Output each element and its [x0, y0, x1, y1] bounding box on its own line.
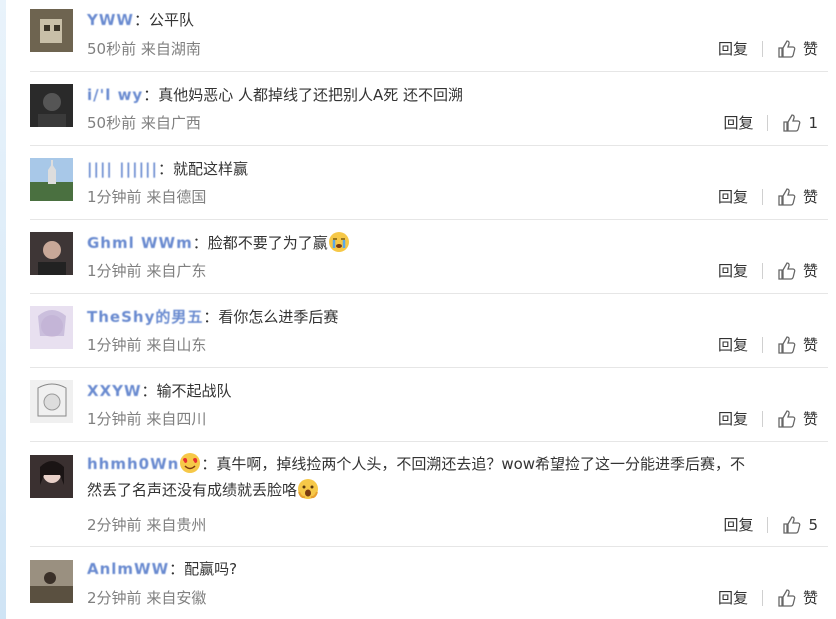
page-left-stripe: [0, 0, 6, 619]
avatar[interactable]: [30, 9, 73, 52]
divider: [761, 188, 763, 205]
comment-text: ：真牛啊，掉线捡两个人头，不回溯还去追？wow希望捡了这一分能进季后赛，不: [201, 455, 746, 473]
username[interactable]: Ghml WWm: [87, 234, 193, 252]
thumbs-up-icon: [778, 409, 796, 428]
comment-actions: 回复 赞: [718, 587, 818, 608]
like-button[interactable]: 赞: [777, 334, 818, 355]
thumbs-up-icon: [778, 588, 796, 607]
comment-text: ：公平队: [133, 11, 194, 29]
comment-text: ：真他妈恶心 人都掉线了还把别人A死 还不回溯: [143, 86, 464, 104]
comment-meta: 1分钟前 来自四川: [87, 410, 207, 428]
comment-actions: 回复 赞: [718, 260, 818, 281]
avatar[interactable]: [30, 84, 73, 127]
username[interactable]: hhmh0Wn: [87, 455, 179, 473]
reply-button[interactable]: 回复: [718, 408, 748, 429]
username[interactable]: TheShy的男五: [87, 308, 203, 326]
username[interactable]: |||| ||||||: [87, 160, 158, 178]
divider: [767, 114, 769, 131]
comment-text: ：配赢吗?: [169, 560, 238, 578]
comment-actions: 回复 1: [723, 112, 818, 133]
divider: [761, 336, 763, 353]
like-button[interactable]: 5: [782, 515, 818, 535]
comment-actions: 回复 赞: [718, 408, 818, 429]
scared-emoji-icon: [298, 479, 319, 499]
reply-button[interactable]: 回复: [718, 587, 748, 608]
like-button[interactable]: 赞: [777, 260, 818, 281]
thumbs-up-icon: [778, 335, 796, 354]
avatar[interactable]: [30, 306, 73, 349]
thumbs-up-icon: [778, 261, 796, 280]
reply-button[interactable]: 回复: [723, 514, 753, 535]
comment-meta: 2分钟前 来自安徽: [87, 589, 207, 607]
comment-item: |||| ||||||：就配这样赢 1分钟前 来自德国 回复 赞: [30, 146, 828, 220]
avatar[interactable]: [30, 560, 73, 603]
comment-item: YWW：公平队 50秒前 来自湖南 回复 赞: [30, 0, 828, 72]
thumbs-up-icon: [783, 113, 801, 132]
username[interactable]: AnlmWW: [87, 560, 169, 578]
reply-button[interactable]: 回复: [723, 112, 753, 133]
like-button[interactable]: 1: [782, 113, 818, 133]
avatar[interactable]: [30, 455, 73, 498]
avatar[interactable]: [30, 232, 73, 275]
comment-text-continued: 然丢了名声还没有成绩就丢脸咯: [87, 481, 298, 499]
comment-meta: 50秒前 来自湖南: [87, 40, 201, 58]
comment-text: ：脸都不要了为了赢: [192, 234, 328, 252]
divider: [761, 410, 763, 427]
comment-item: XXYW：输不起战队 1分钟前 来自四川 回复 赞: [30, 368, 828, 442]
avatar[interactable]: [30, 380, 73, 423]
thumbs-up-icon: [778, 187, 796, 206]
comment-text: ：输不起战队: [141, 382, 232, 400]
like-button[interactable]: 赞: [777, 408, 818, 429]
comment-meta: 2分钟前 来自贵州: [87, 516, 207, 534]
reply-button[interactable]: 回复: [718, 334, 748, 355]
comment-item: hhmh0Wn ：真牛啊，掉线捡两个人头，不回溯还去追？wow希望捡了这一分能进季…: [30, 442, 828, 547]
comment-item: TheShy的男五：看你怎么进季后赛 1分钟前 来自山东 回复 赞: [30, 294, 828, 368]
comment-item: i/'l wy：真他妈恶心 人都掉线了还把别人A死 还不回溯 50秒前 来自广西…: [30, 72, 828, 146]
comment-meta: 1分钟前 来自广东: [87, 262, 207, 280]
comment-text: ：就配这样赢: [158, 160, 249, 178]
divider: [767, 516, 769, 533]
comment-meta: 50秒前 来自广西: [87, 114, 201, 132]
comment-meta: 1分钟前 来自德国: [87, 188, 207, 206]
comment-item: AnlmWW：配赢吗? 2分钟前 来自安徽 回复 赞: [30, 547, 828, 619]
reply-button[interactable]: 回复: [718, 186, 748, 207]
comment-actions: 回复 赞: [718, 38, 818, 59]
avatar[interactable]: [30, 158, 73, 201]
divider: [761, 262, 763, 279]
heart-eyes-emoji-icon: [180, 453, 201, 473]
username[interactable]: YWW: [87, 11, 134, 29]
comment-actions: 回复 赞: [718, 186, 818, 207]
like-button[interactable]: 赞: [777, 587, 818, 608]
comment-item: Ghml WWm：脸都不要了为了赢 1分钟前 来自广东 回复 赞: [30, 220, 828, 294]
comment-actions: 回复 5: [723, 514, 818, 535]
reply-button[interactable]: 回复: [718, 38, 748, 59]
crying-emoji-icon: [328, 232, 349, 252]
like-button[interactable]: 赞: [777, 38, 818, 59]
comment-actions: 回复 赞: [718, 334, 818, 355]
username[interactable]: i/'l wy: [87, 86, 143, 104]
comment-meta: 1分钟前 来自山东: [87, 336, 207, 354]
comment-text: ：看你怎么进季后赛: [203, 308, 339, 326]
reply-button[interactable]: 回复: [718, 260, 748, 281]
divider: [761, 589, 763, 606]
username[interactable]: XXYW: [87, 382, 142, 400]
like-button[interactable]: 赞: [777, 186, 818, 207]
divider: [761, 40, 763, 57]
thumbs-up-icon: [783, 515, 801, 534]
thumbs-up-icon: [778, 39, 796, 58]
